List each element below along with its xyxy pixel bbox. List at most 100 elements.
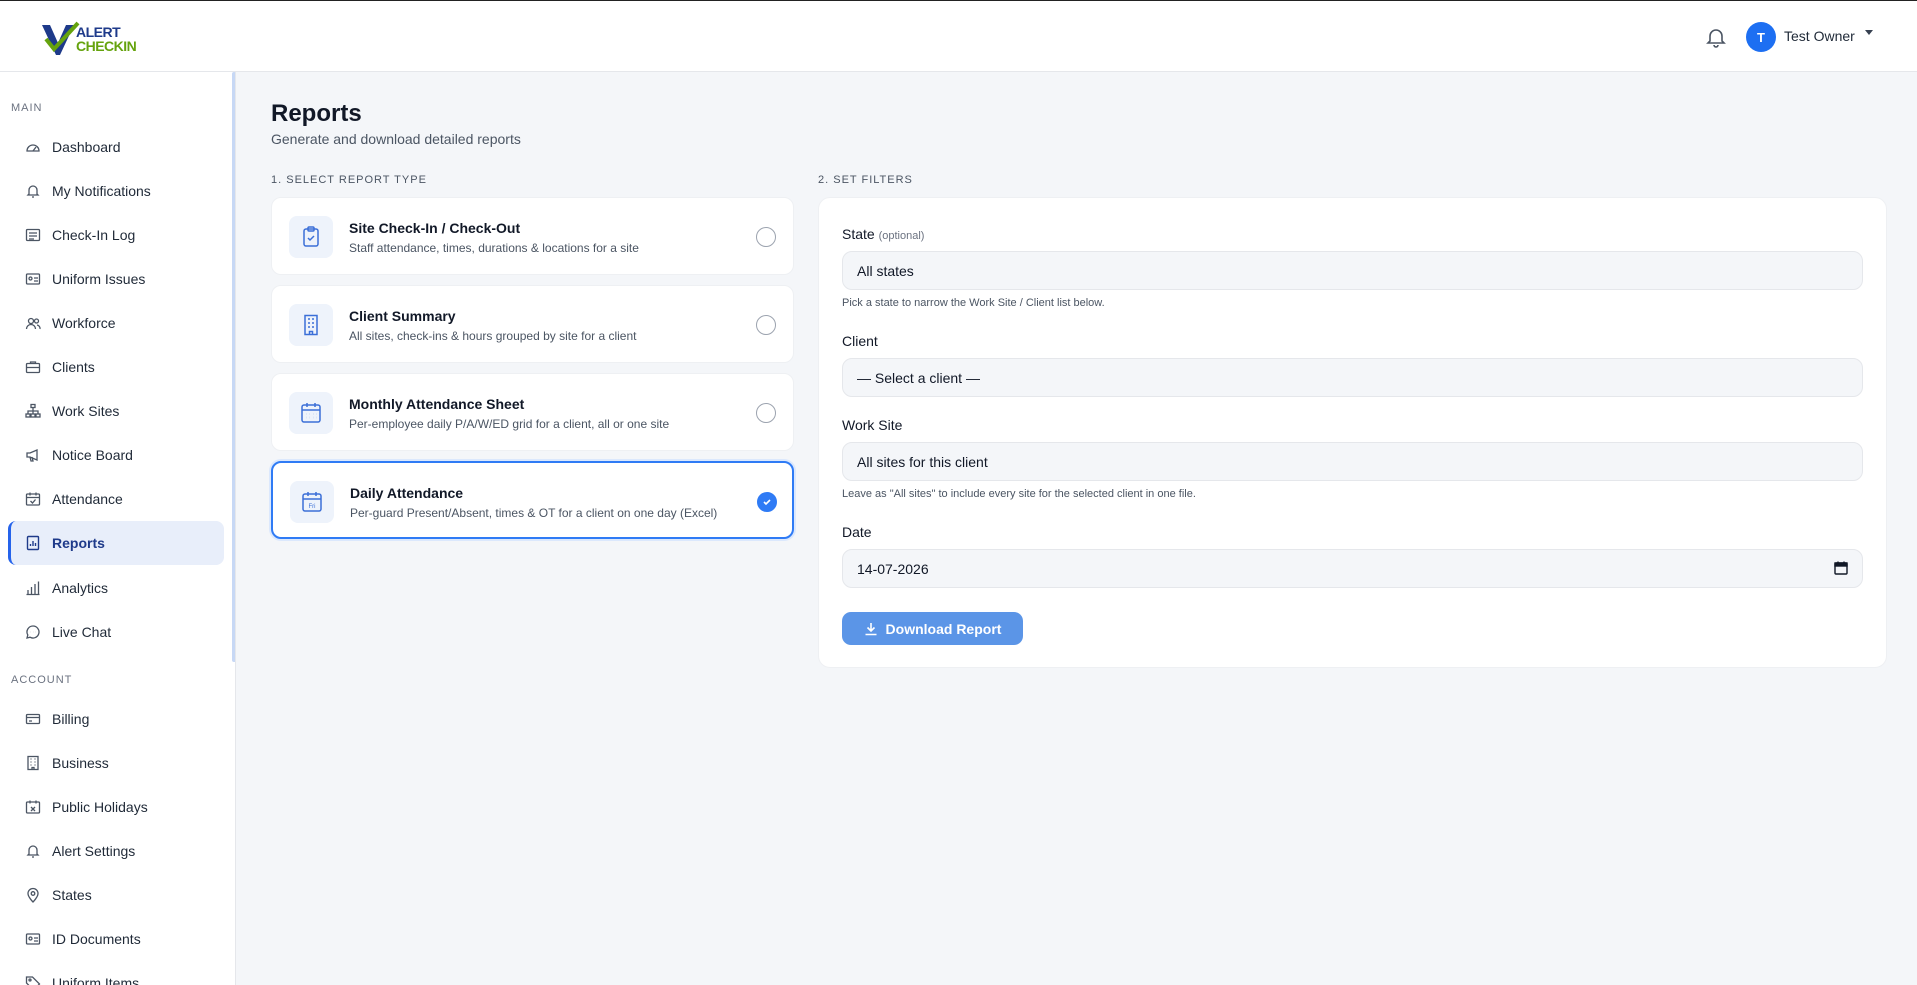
logo-mark-icon	[40, 21, 84, 57]
megaphone-icon	[24, 446, 42, 464]
work-site-field-label: Work Site	[842, 417, 903, 433]
sidebar-item-notice-board[interactable]: Notice Board	[8, 433, 224, 477]
sidebar-item-uniform-issues[interactable]: Uniform Issues	[8, 257, 224, 301]
sidebar-item-check-in-log[interactable]: Check-In Log	[8, 213, 224, 257]
sidebar-item-label: My Notifications	[52, 183, 151, 199]
gauge-icon	[24, 138, 42, 156]
download-report-button[interactable]: Download Report	[842, 612, 1023, 645]
calendar-day-icon: Fri	[290, 481, 334, 523]
state-help-text: Pick a state to narrow the Work Site / C…	[842, 297, 1105, 309]
date-field-label: Date	[842, 524, 872, 540]
user-menu-chevron-down-icon[interactable]	[1865, 30, 1873, 35]
chat-icon	[24, 623, 42, 641]
report-type-monthly-attendance-sheet[interactable]: Monthly Attendance Sheet Per-employee da…	[271, 373, 794, 451]
report-type-description: All sites, check-ins & hours grouped by …	[349, 329, 637, 343]
step-1-label: 1. SELECT REPORT TYPE	[271, 174, 427, 186]
calendar-x-icon	[24, 798, 42, 816]
sidebar-item-work-sites[interactable]: Work Sites	[8, 389, 224, 433]
date-input-value: 14-07-2026	[857, 560, 929, 577]
state-optional-text: (optional)	[878, 230, 925, 242]
sidebar-item-label: Live Chat	[52, 624, 112, 640]
report-type-title: Site Check-In / Check-Out	[349, 220, 521, 236]
report-type-title: Client Summary	[349, 308, 456, 324]
sidebar-item-id-documents[interactable]: ID Documents	[8, 917, 224, 961]
state-field-label: State (optional)	[842, 226, 924, 242]
briefcase-icon	[24, 358, 42, 376]
download-icon	[865, 622, 877, 635]
sidebar-item-label: Notice Board	[52, 447, 133, 463]
logo-line-2: CHECKIN	[76, 38, 137, 54]
report-type-radio-checked[interactable]	[757, 492, 777, 512]
sidebar-item-attendance[interactable]: Attendance	[8, 477, 224, 521]
sidebar-item-uniform-items[interactable]: Uniform Items	[8, 961, 224, 985]
sitemap-icon	[24, 402, 42, 420]
sidebar-item-reports[interactable]: Reports	[8, 521, 224, 565]
work-site-help-text: Leave as "All sites" to include every si…	[842, 488, 1196, 500]
work-site-select[interactable]: All sites for this client	[842, 442, 1863, 481]
sidebar-item-my-notifications[interactable]: My Notifications	[8, 169, 224, 213]
sidebar-item-workforce[interactable]: Workforce	[8, 301, 224, 345]
report-type-description: Per-guard Present/Absent, times & OT for…	[350, 506, 718, 520]
sidebar-item-label: ID Documents	[52, 931, 141, 947]
report-type-radio[interactable]	[756, 227, 776, 247]
sidebar-item-label: Dashboard	[52, 139, 121, 155]
users-icon	[24, 314, 42, 332]
bell-icon	[24, 182, 42, 200]
state-select-value: All states	[857, 262, 914, 279]
date-input[interactable]: 14-07-2026	[842, 549, 1863, 588]
notifications-bell-icon[interactable]	[1704, 25, 1728, 49]
report-type-description: Per-employee daily P/A/W/ED grid for a c…	[349, 417, 670, 431]
report-type-client-summary[interactable]: Client Summary All sites, check-ins & ho…	[271, 285, 794, 363]
top-bar: ALERT CHECKIN T Test Owner	[0, 0, 1917, 72]
sidebar-item-billing[interactable]: Billing	[8, 697, 224, 741]
sidebar-item-label: Reports	[52, 535, 105, 551]
sidebar-scrollbar[interactable]	[232, 72, 235, 662]
report-icon	[24, 534, 42, 552]
user-name[interactable]: Test Owner	[1784, 28, 1855, 44]
credit-card-icon	[24, 710, 42, 728]
page-subtitle: Generate and download detailed reports	[271, 131, 521, 147]
calendar-icon[interactable]	[1834, 561, 1848, 575]
client-select[interactable]: — Select a client —	[842, 358, 1863, 397]
sidebar-item-label: Attendance	[52, 491, 123, 507]
sidebar-item-label: Work Sites	[52, 403, 120, 419]
filters-panel: State (optional) All states Pick a state…	[818, 197, 1887, 668]
step-2-label: 2. SET FILTERS	[818, 174, 913, 186]
report-type-daily-attendance[interactable]: Fri Daily Attendance Per-guard Present/A…	[271, 461, 794, 539]
calendar-day-text: Fri	[309, 504, 316, 510]
sidebar-item-label: States	[52, 887, 92, 903]
report-type-site-check-in[interactable]: Site Check-In / Check-Out Staff attendan…	[271, 197, 794, 275]
sidebar-item-label: Clients	[52, 359, 95, 375]
sidebar-item-live-chat[interactable]: Live Chat	[8, 610, 224, 654]
report-type-description: Staff attendance, times, durations & loc…	[349, 241, 639, 255]
sidebar-item-states[interactable]: States	[8, 873, 224, 917]
sidebar-item-public-holidays[interactable]: Public Holidays	[8, 785, 224, 829]
bar-chart-icon	[24, 579, 42, 597]
building-icon	[24, 754, 42, 772]
tag-icon	[24, 974, 42, 985]
calendar-check-icon	[24, 490, 42, 508]
sidebar-item-label: Workforce	[52, 315, 116, 331]
sidebar-item-analytics[interactable]: Analytics	[8, 566, 224, 610]
user-avatar[interactable]: T	[1746, 22, 1776, 52]
sidebar-item-alert-settings[interactable]: Alert Settings	[8, 829, 224, 873]
sidebar-item-label: Check-In Log	[52, 227, 136, 243]
sidebar-item-dashboard[interactable]: Dashboard	[8, 125, 224, 169]
clipboard-check-icon	[289, 216, 333, 258]
building-icon	[289, 304, 333, 346]
report-type-radio[interactable]	[756, 315, 776, 335]
map-pin-icon	[24, 886, 42, 904]
id-card-icon	[24, 930, 42, 948]
report-type-radio[interactable]	[756, 403, 776, 423]
id-card-icon	[24, 270, 42, 288]
alert-checkin-logo[interactable]: ALERT CHECKIN	[40, 21, 160, 57]
report-type-title: Monthly Attendance Sheet	[349, 396, 525, 412]
state-label-text: State	[842, 226, 875, 242]
sidebar-item-business[interactable]: Business	[8, 741, 224, 785]
state-select[interactable]: All states	[842, 251, 1863, 290]
work-site-select-value: All sites for this client	[857, 453, 988, 470]
sidebar-item-clients[interactable]: Clients	[8, 345, 224, 389]
page-title: Reports	[271, 100, 362, 127]
sidebar-item-label: Billing	[52, 711, 90, 727]
list-icon	[24, 226, 42, 244]
